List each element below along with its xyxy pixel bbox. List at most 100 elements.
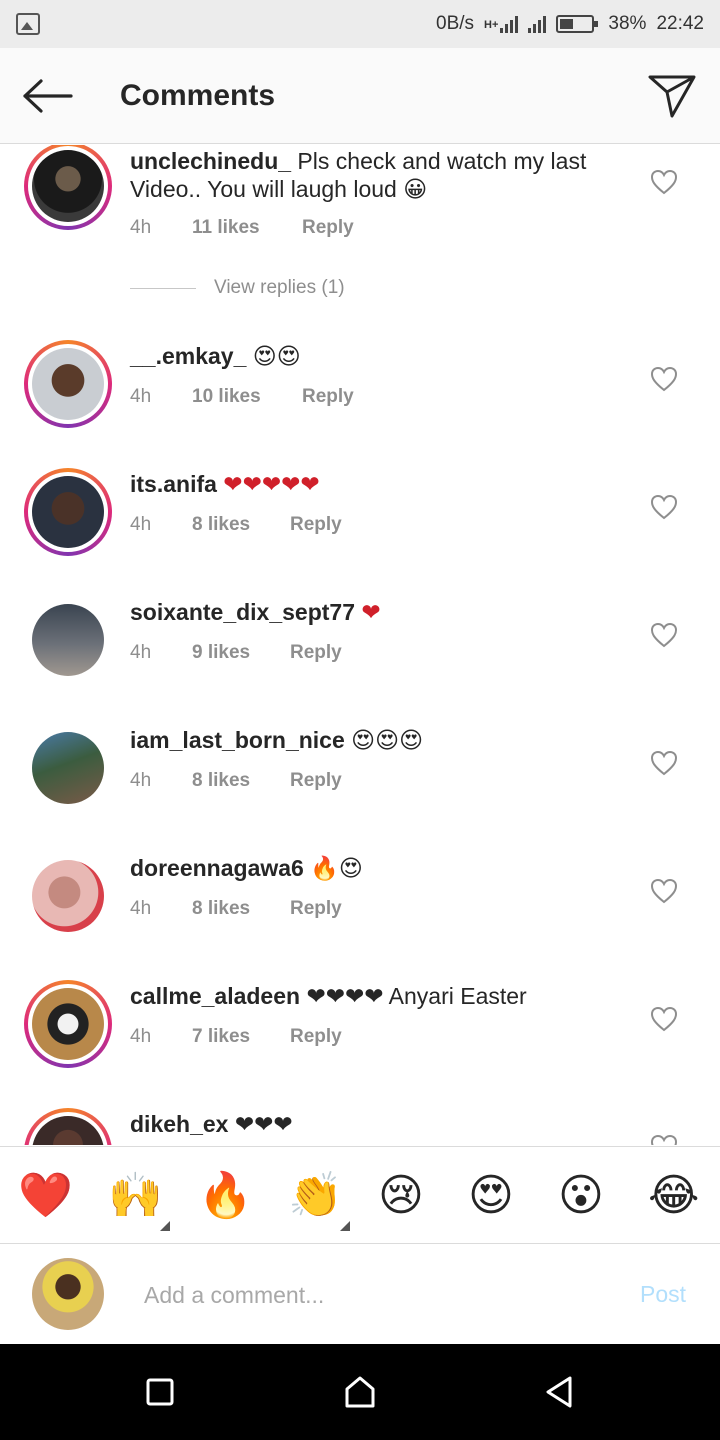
comment-text: unclechinedu_ Pls check and watch my las… xyxy=(130,147,630,203)
comment-meta: 4h 8 likes Reply xyxy=(130,514,342,536)
reaction-heart[interactable]: ❤️ xyxy=(18,1169,73,1223)
network-speed: 0B/s xyxy=(436,13,475,34)
reaction-surprised[interactable]: 😮 xyxy=(558,1169,612,1223)
comment-text: soixante_dix_sept77 ❤ xyxy=(130,598,630,626)
crying-emoji-icon: 😢 xyxy=(378,1171,424,1220)
avatar[interactable] xyxy=(32,860,104,932)
avatar[interactable] xyxy=(24,1108,112,1145)
signal-icon xyxy=(500,15,519,33)
avatar[interactable] xyxy=(32,604,104,676)
reaction-clapping[interactable]: 👏 xyxy=(288,1169,343,1223)
heart-icon[interactable] xyxy=(650,878,678,904)
comment-item: dikeh_ex ❤❤❤ xyxy=(0,1108,720,1145)
comment-username[interactable]: __.emkay_ xyxy=(130,343,246,369)
reply-button[interactable]: Reply xyxy=(290,514,342,536)
comment-text: its.anifa ❤❤❤❤❤ xyxy=(130,470,630,498)
comment-username[interactable]: doreennagawa6 xyxy=(130,855,304,881)
reaction-fire[interactable]: 🔥 xyxy=(198,1169,253,1223)
comment-input[interactable] xyxy=(144,1275,614,1315)
gallery-icon xyxy=(16,13,40,35)
reaction-raising-hands[interactable]: 🙌 xyxy=(108,1169,163,1223)
comment-meta: 4h 7 likes Reply xyxy=(130,1026,342,1048)
comment-likes[interactable]: 9 likes xyxy=(192,642,290,664)
arrow-left-icon xyxy=(23,78,73,113)
home-icon[interactable] xyxy=(340,1372,380,1412)
reply-button[interactable]: Reply xyxy=(302,217,354,239)
comments-list[interactable]: unclechinedu_ Pls check and watch my las… xyxy=(0,145,720,1145)
heart-icon[interactable] xyxy=(650,750,678,776)
reply-button[interactable]: Reply xyxy=(290,1026,342,1048)
comment-likes[interactable]: 10 likes xyxy=(192,386,302,408)
comment-body: ❤❤❤❤ Anyari Easter xyxy=(300,983,527,1009)
battery-icon xyxy=(556,15,599,33)
comment-item: callme_aladeen ❤❤❤❤ Anyari Easter 4h 7 l… xyxy=(0,980,720,1090)
avatar[interactable] xyxy=(24,468,112,556)
post-button[interactable]: Post xyxy=(640,1281,686,1308)
reply-button[interactable]: Reply xyxy=(290,898,342,920)
fire-emoji-icon: 🔥 xyxy=(198,1171,253,1220)
heart-icon[interactable] xyxy=(650,494,678,520)
avatar[interactable] xyxy=(24,980,112,1068)
comment-body: 🔥😍 xyxy=(303,855,363,881)
share-button[interactable] xyxy=(624,48,720,144)
heart-icon[interactable] xyxy=(650,366,678,392)
reply-button[interactable]: Reply xyxy=(302,386,354,408)
avatar[interactable] xyxy=(24,340,112,428)
comment-username[interactable]: iam_last_born_nice xyxy=(130,727,345,753)
comment-time: 4h xyxy=(130,217,152,238)
reaction-heart-eyes[interactable]: 😍 xyxy=(468,1169,522,1223)
comment-username[interactable]: unclechinedu_ xyxy=(130,148,291,174)
comment-likes[interactable]: 8 likes xyxy=(192,898,290,920)
status-bar: 0B/s H+ 38% 22:42 xyxy=(0,0,720,48)
comment-time: 4h xyxy=(130,898,152,919)
back-triangle-icon[interactable] xyxy=(540,1372,580,1412)
avatar[interactable] xyxy=(24,145,112,230)
comment-item: __.emkay_ 😍😍 4h 10 likes Reply xyxy=(0,340,720,450)
heart-icon[interactable] xyxy=(650,1006,678,1032)
view-replies[interactable]: View replies (1) xyxy=(130,277,345,299)
header: Comments xyxy=(0,48,720,144)
clock: 22:42 xyxy=(656,13,704,34)
raising-hands-emoji-icon: 🙌 xyxy=(108,1171,163,1220)
reply-button[interactable]: Reply xyxy=(290,770,342,792)
comment-time: 4h xyxy=(130,1026,152,1047)
comment-time: 4h xyxy=(130,770,152,791)
divider xyxy=(130,287,196,289)
reply-button[interactable]: Reply xyxy=(290,642,342,664)
comment-meta: 4h 8 likes Reply xyxy=(130,770,342,792)
comment-text: iam_last_born_nice 😍😍😍 xyxy=(130,726,630,754)
comment-likes[interactable]: 7 likes xyxy=(192,1026,290,1048)
comment-body: ❤ xyxy=(355,599,381,625)
comment-body: ❤❤❤ xyxy=(228,1111,293,1137)
comment-meta: 4h 9 likes Reply xyxy=(130,642,342,664)
reaction-laughing[interactable]: 😂 xyxy=(648,1169,702,1223)
recents-square-icon[interactable] xyxy=(140,1372,180,1412)
comment-body: 😍😍 xyxy=(246,343,301,369)
quick-reactions-bar: ❤️ 🙌 🔥 👏 😢 😍 😮 😂 xyxy=(0,1146,720,1244)
laughing-emoji-icon: 😂 xyxy=(648,1171,700,1220)
heart-icon[interactable] xyxy=(650,169,678,195)
comment-composer: Post xyxy=(0,1245,720,1343)
comment-meta: 4h 11 likes Reply xyxy=(130,217,354,239)
comment-likes[interactable]: 11 likes xyxy=(192,217,302,239)
comment-likes[interactable]: 8 likes xyxy=(192,514,290,536)
comment-item: iam_last_born_nice 😍😍😍 4h 8 likes Reply xyxy=(0,724,720,834)
comment-time: 4h xyxy=(130,514,152,535)
heart-eyes-emoji-icon: 😍 xyxy=(468,1171,514,1220)
heart-emoji-icon: ❤️ xyxy=(18,1171,73,1220)
comment-time: 4h xyxy=(130,642,152,663)
comment-username[interactable]: its.anifa xyxy=(130,471,217,497)
heart-icon[interactable] xyxy=(650,1134,678,1145)
comment-username[interactable]: callme_aladeen xyxy=(130,983,300,1009)
heart-icon[interactable] xyxy=(650,622,678,648)
avatar[interactable] xyxy=(32,732,104,804)
comment-item: unclechinedu_ Pls check and watch my las… xyxy=(0,145,720,315)
comment-text: dikeh_ex ❤❤❤ xyxy=(130,1110,630,1138)
back-button[interactable] xyxy=(0,48,96,144)
comment-text: __.emkay_ 😍😍 xyxy=(130,342,630,370)
signal-icon-2 xyxy=(528,15,547,33)
reaction-crying[interactable]: 😢 xyxy=(378,1169,432,1223)
comment-likes[interactable]: 8 likes xyxy=(192,770,290,792)
comment-username[interactable]: soixante_dix_sept77 xyxy=(130,599,355,625)
comment-username[interactable]: dikeh_ex xyxy=(130,1111,228,1137)
